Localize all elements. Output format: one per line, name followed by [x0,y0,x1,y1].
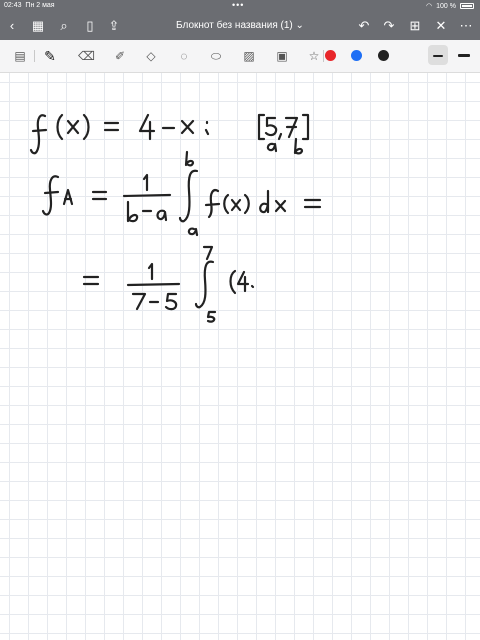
toolbar-divider [34,50,35,62]
ink-stroke [29,114,47,155]
ink-stroke [131,292,147,311]
ink-stroke [202,245,214,261]
ink-stroke [277,132,283,141]
ink-stroke [204,189,221,219]
close-icon[interactable]: ✕ [433,18,449,34]
ink-stroke [243,193,250,215]
ink-stroke [156,209,168,222]
shapes-icon[interactable]: ◇ [143,48,159,64]
add-page-icon[interactable]: ⊞ [407,18,423,34]
ink-stroke [274,199,287,213]
stroke-thick-icon[interactable] [458,54,470,57]
status-time: 02:43 Пн 2 мая [4,2,55,9]
ink-stroke [56,113,64,141]
ink-stroke [250,284,255,289]
ink-stroke [229,269,237,295]
ink-stroke [180,119,195,135]
ink-stroke [187,227,199,237]
ink-stroke [43,190,60,195]
panel-icon[interactable]: ▤ [12,48,28,64]
multitask-dots-icon[interactable]: ••• [232,0,244,10]
ink-stroke [91,190,108,201]
ink-stroke [266,142,278,153]
title-bar: ‹ ▦ ⌕ ▯ ⇪ Блокнот без названия (1) ⌄ ↶ ↷… [0,12,480,40]
wifi-icon: ◠ [426,3,433,10]
ink-stroke [66,119,80,135]
tape-icon[interactable]: ⬭ [208,48,224,64]
undo-icon[interactable]: ↶ [356,18,372,34]
battery-text: 100 % [436,2,456,10]
ink-stroke [257,113,266,141]
ink-stroke [236,270,250,293]
text-icon[interactable]: ▣ [274,48,290,64]
lasso-icon[interactable]: ◌ [176,48,192,64]
ink-stroke [230,198,242,212]
ink-stroke [204,120,210,136]
ink-stroke [138,113,156,141]
ink-stroke [184,150,195,167]
sticker-icon[interactable]: ☆ [306,48,322,64]
ink-stroke [82,113,90,141]
battery-icon [460,3,474,9]
stroke-medium-icon [433,55,443,57]
status-bar: 02:43 Пн 2 мая ••• ◠ 100 % [0,0,480,12]
ink-stroke [194,260,215,309]
highlighter-icon[interactable]: ✐ [112,48,128,64]
ink-stroke [82,275,100,286]
ink-stroke [259,189,270,214]
ink-stroke [284,116,299,139]
ink-stroke [293,137,304,155]
ink-stroke [303,198,322,209]
color-red[interactable] [325,50,336,61]
ink-stroke [41,175,60,216]
ink-stroke [178,169,199,223]
image-icon[interactable]: ▨ [241,48,257,64]
ink-stroke [164,292,178,311]
ink-stroke [31,128,48,133]
color-blue[interactable] [351,50,362,61]
ink-stroke [223,193,230,215]
ink-stroke [126,282,181,287]
ink-stroke [206,310,217,323]
ink-stroke [301,113,310,141]
more-icon[interactable]: ⋯ [458,18,474,34]
ink-stroke [103,121,120,132]
pen-icon[interactable]: ✎ [42,48,58,64]
drawing-toolbar: ▤ ✎ ⌫ ✐ ◇ ◌ ⬭ ▨ ▣ ☆ [0,40,480,73]
ink-stroke [147,262,154,281]
handwritten-ink [29,113,322,323]
redo-icon[interactable]: ↷ [381,18,397,34]
eraser-icon[interactable]: ⌫ [78,48,95,64]
ink-stroke [264,116,278,137]
status-right: ◠ 100 % [426,2,474,10]
ink-stroke [126,200,139,223]
ink-stroke [62,188,74,206]
color-black[interactable] [378,50,389,61]
ink-stroke [122,193,172,198]
ink-stroke [142,173,149,192]
toolbar-divider [323,50,324,62]
